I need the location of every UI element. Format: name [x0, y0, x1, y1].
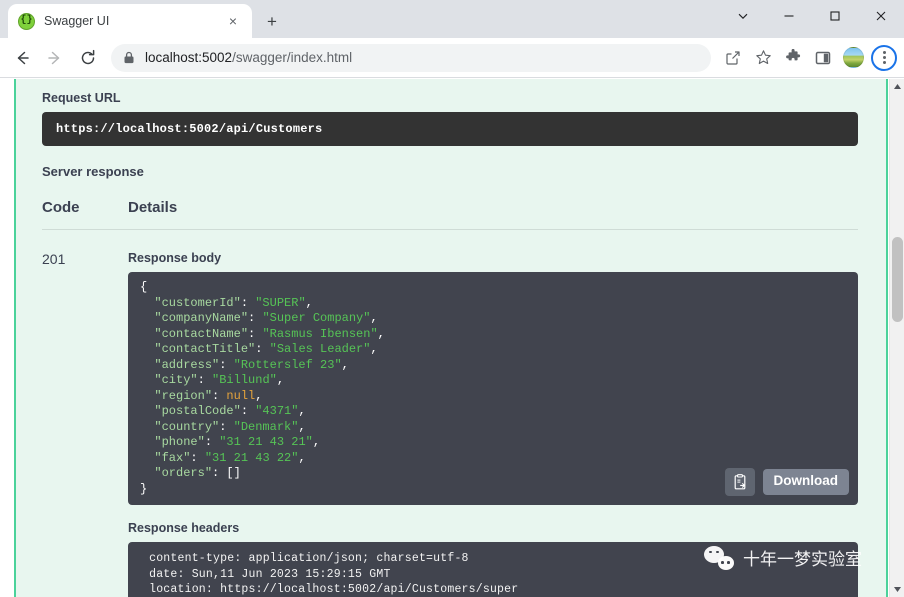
response-table-row: 201 Response body { "customerId": "SUPER…	[42, 230, 858, 597]
share-icon[interactable]	[719, 44, 747, 72]
response-body-actions: Download	[724, 468, 849, 496]
url-text: localhost:5002/swagger/index.html	[145, 50, 352, 65]
tab-title: Swagger UI	[44, 14, 110, 28]
server-response-table: Code Details 201 Response body { "custom…	[42, 199, 858, 597]
swagger-page: Request URL https://localhost:5002/api/C…	[14, 79, 888, 597]
response-headers-label: Response headers	[128, 521, 240, 535]
address-bar[interactable]: localhost:5002/swagger/index.html	[111, 43, 711, 72]
browser-titlebar: {} Swagger UI × +	[0, 0, 904, 38]
minimize-button[interactable]	[766, 0, 812, 32]
column-header-code: Code	[42, 199, 80, 216]
scroll-up-arrow-icon[interactable]	[890, 79, 904, 94]
profile-avatar[interactable]	[843, 47, 864, 68]
extensions-puzzle-icon[interactable]	[779, 44, 807, 72]
browser-window: {} Swagger UI × + localhost:5002/swagger…	[0, 0, 904, 597]
new-tab-button[interactable]: +	[258, 7, 286, 35]
window-controls	[720, 0, 904, 32]
response-status-code: 201	[42, 251, 66, 267]
response-body-label: Response body	[128, 251, 222, 265]
swagger-favicon-icon: {}	[18, 12, 35, 30]
forward-button-icon[interactable]	[40, 43, 70, 73]
reload-button-icon[interactable]	[73, 43, 103, 73]
url-path: /swagger/index.html	[232, 50, 353, 65]
url-host: localhost:5002	[145, 50, 233, 65]
tab-search-chevron-icon[interactable]	[720, 0, 766, 32]
side-panel-icon[interactable]	[809, 44, 837, 72]
server-response-heading: Server response	[42, 164, 144, 179]
browser-tab-swagger-ui[interactable]: {} Swagger UI ×	[8, 4, 252, 38]
bookmark-star-icon[interactable]	[749, 44, 777, 72]
close-window-button[interactable]	[858, 0, 904, 32]
lock-icon	[123, 51, 135, 64]
scroll-down-arrow-icon[interactable]	[890, 582, 904, 597]
column-header-details: Details	[128, 199, 178, 216]
copy-to-clipboard-icon[interactable]	[724, 468, 755, 496]
response-headers-panel: content-type: application/json; charset=…	[128, 542, 858, 597]
response-table-header: Code Details	[42, 199, 858, 230]
toolbar-icon-group	[717, 44, 897, 72]
response-headers-text: content-type: application/json; charset=…	[149, 552, 519, 596]
page-scrollbar[interactable]	[889, 79, 904, 597]
request-url-box: https://localhost:5002/api/Customers	[42, 112, 858, 146]
download-button[interactable]: Download	[762, 469, 849, 495]
response-details: Response body { "customerId": "SUPER", "…	[128, 251, 858, 597]
favicon-glyph: {}	[20, 15, 33, 26]
browser-toolbar: localhost:5002/swagger/index.html	[0, 38, 904, 78]
chrome-menu-icon[interactable]	[871, 44, 897, 71]
request-url-label: Request URL	[42, 91, 121, 105]
maximize-button[interactable]	[812, 0, 858, 32]
scrollbar-thumb[interactable]	[892, 237, 903, 322]
back-button-icon[interactable]	[7, 43, 37, 73]
response-body-json: { "customerId": "SUPER", "companyName": …	[140, 280, 385, 496]
response-body-panel: { "customerId": "SUPER", "companyName": …	[128, 272, 858, 505]
request-url-value: https://localhost:5002/api/Customers	[56, 122, 323, 136]
close-tab-icon[interactable]: ×	[224, 12, 242, 30]
page-viewport: Request URL https://localhost:5002/api/C…	[0, 79, 904, 597]
swagger-content: Request URL https://localhost:5002/api/C…	[16, 79, 886, 597]
